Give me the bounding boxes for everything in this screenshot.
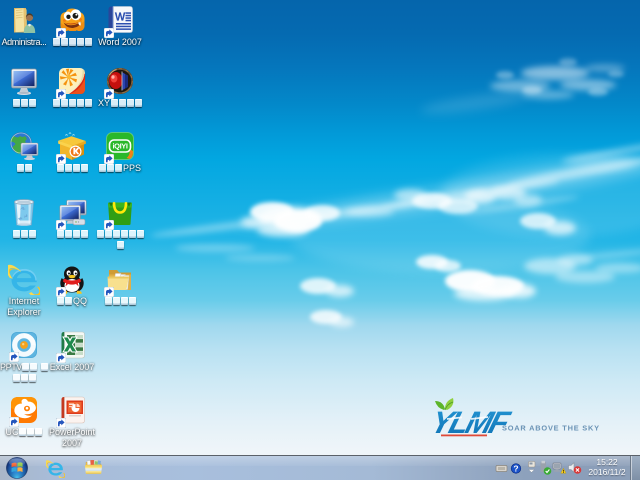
svg-text:iQIYI: iQIYI <box>112 142 127 151</box>
svg-text:?: ? <box>513 464 518 474</box>
svg-text:SOAR ABOVE THE SKY: SOAR ABOVE THE SKY <box>502 424 600 433</box>
